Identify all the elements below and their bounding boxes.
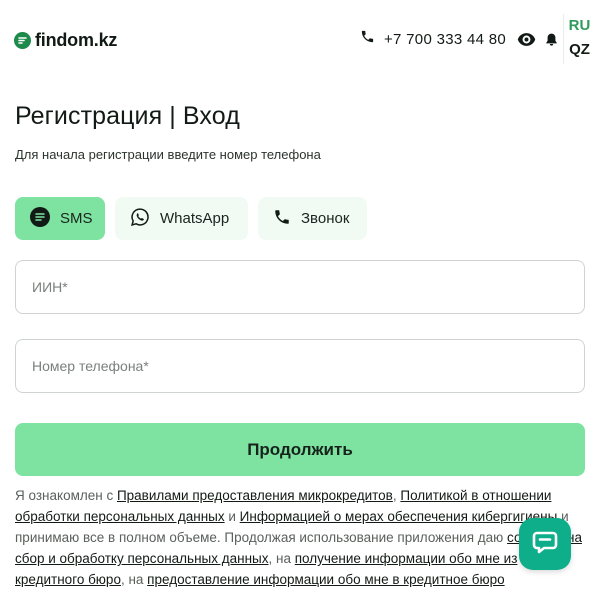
bell-icon[interactable] [545,32,558,52]
tab-call[interactable]: Звонок [258,197,367,240]
iin-input[interactable] [15,260,585,314]
phone-icon [360,29,375,49]
tab-whatsapp[interactable]: WhatsApp [115,197,248,240]
legal-consent-text: Я ознакомлен с Правилами предоставления … [15,485,587,590]
header: findom.kz +7 700 333 44 80 RU QZ [0,0,600,80]
phone-input[interactable] [15,339,585,393]
logo[interactable]: findom.kz [14,30,117,51]
logo-text: findom.kz [35,30,118,50]
chat-icon [532,530,558,559]
link-credit-bureau-provide[interactable]: предоставление информации обо мне в кред… [147,572,504,587]
tab-sms[interactable]: SMS [15,197,105,240]
logo-icon [14,32,31,49]
header-phone-number: +7 700 333 44 80 [384,30,506,48]
verification-method-tabs: SMS WhatsApp Звонок [15,197,367,240]
legal-text: и [224,509,240,524]
phone-icon [273,208,291,230]
chat-button[interactable] [519,518,571,570]
language-switcher: RU QZ [563,14,595,64]
lang-qz[interactable]: QZ [569,38,590,62]
tab-whatsapp-label: WhatsApp [160,210,230,227]
legal-text: , на [268,551,295,566]
legal-text: Я ознакомлен с [15,488,117,503]
header-phone-link[interactable]: +7 700 333 44 80 [360,29,506,49]
page-title: Регистрация | Вход [15,102,240,130]
legal-text: , на [120,572,148,587]
continue-button[interactable]: Продолжить [15,423,585,476]
link-microcredit-rules[interactable]: Правилами предоставления микрокредитов [117,488,393,503]
lang-ru[interactable]: RU [569,14,591,38]
sms-icon [30,206,50,231]
whatsapp-icon [130,207,150,231]
tab-call-label: Звонок [301,210,350,227]
link-cyber-hygiene[interactable]: Информацией о мерах обеспечения кибергиг… [240,509,558,524]
page-subtitle: Для начала регистрации введите номер тел… [15,147,321,162]
tab-sms-label: SMS [60,210,93,227]
eye-icon[interactable] [517,31,536,53]
